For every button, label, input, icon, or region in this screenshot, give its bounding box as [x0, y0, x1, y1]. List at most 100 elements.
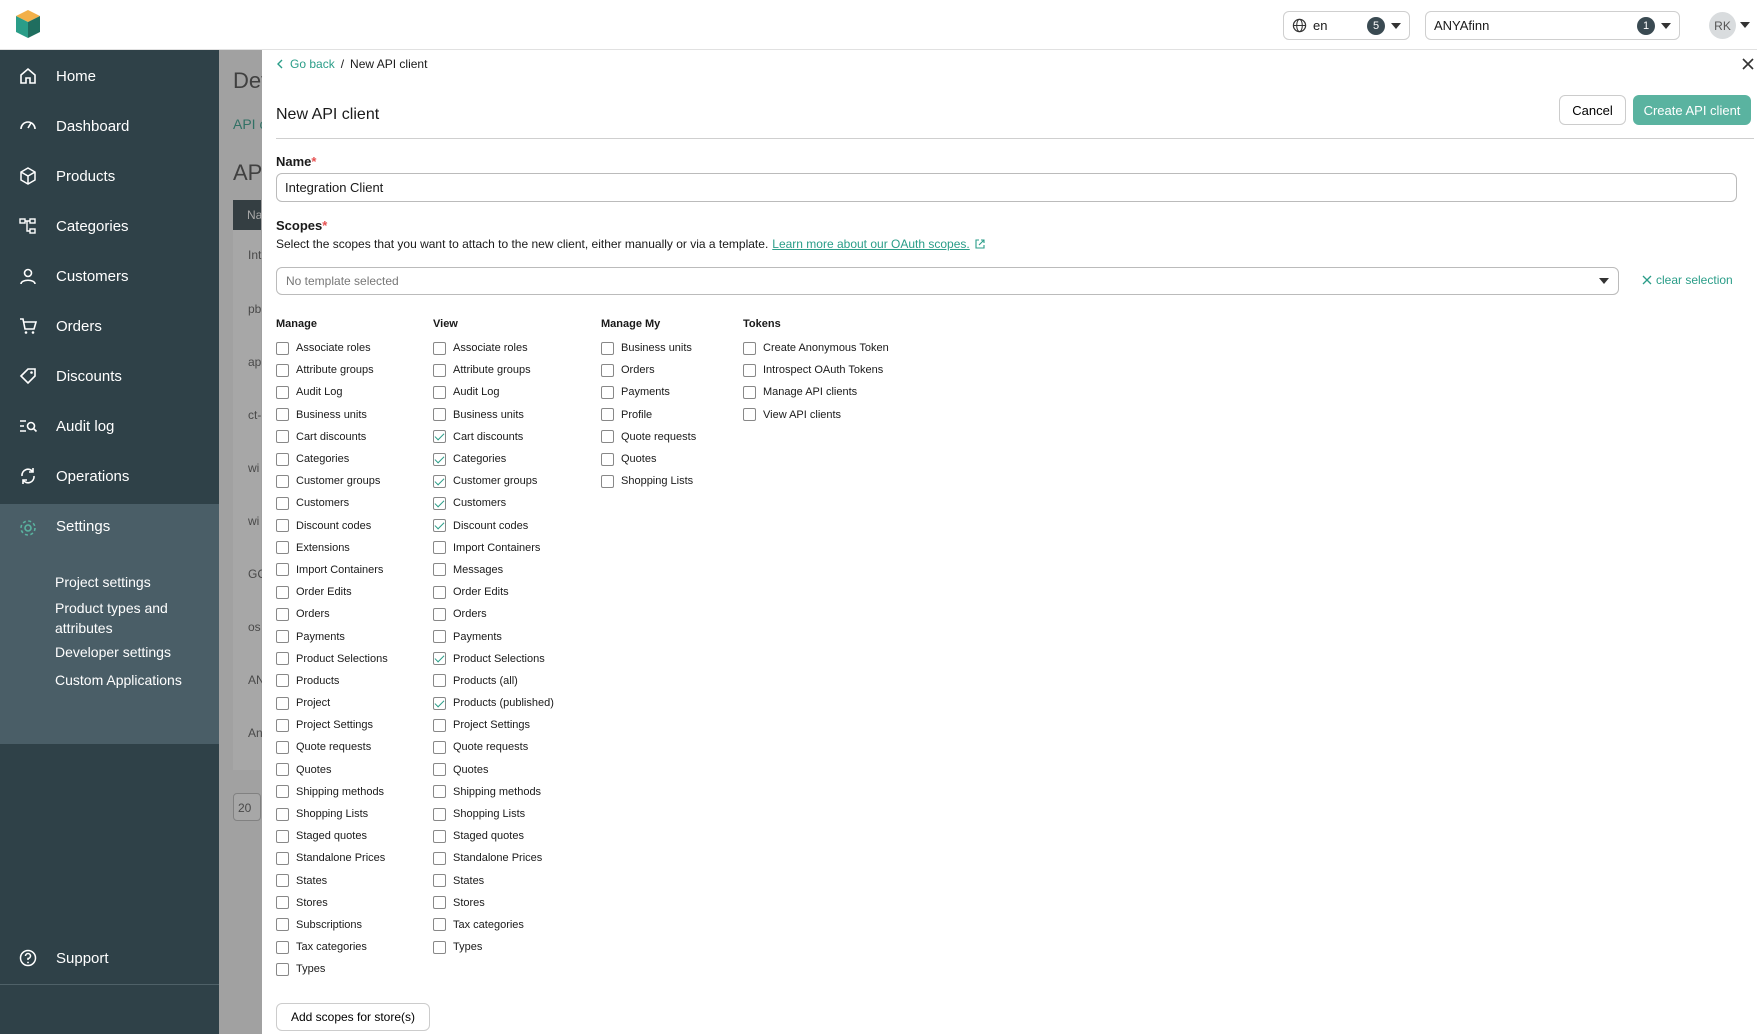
scope-checkbox-row[interactable]: Orders: [433, 603, 554, 625]
scope-checkbox-row[interactable]: Project Settings: [433, 714, 554, 736]
checkbox[interactable]: [743, 341, 756, 355]
checkbox[interactable]: [433, 408, 446, 422]
scope-checkbox-row[interactable]: Attribute groups: [276, 359, 388, 381]
checkbox[interactable]: [743, 363, 756, 377]
checkbox[interactable]: [433, 563, 446, 577]
scope-checkbox-row[interactable]: Associate roles: [276, 337, 388, 359]
scope-checkbox-row[interactable]: Shopping Lists: [601, 470, 696, 492]
sidebar-subitem-developer-settings[interactable]: Developer settings: [55, 642, 171, 662]
template-select[interactable]: No template selected: [276, 267, 1619, 295]
checkbox[interactable]: [276, 740, 289, 754]
checkbox-checked[interactable]: [433, 496, 446, 510]
scope-checkbox-row[interactable]: Tax categories: [276, 936, 388, 958]
scope-checkbox-row[interactable]: Standalone Prices: [276, 847, 388, 869]
checkbox[interactable]: [433, 785, 446, 799]
checkbox[interactable]: [743, 408, 756, 422]
checkbox[interactable]: [276, 363, 289, 377]
scope-checkbox-row[interactable]: Business units: [433, 404, 554, 426]
checkbox[interactable]: [276, 341, 289, 355]
scope-checkbox-row[interactable]: Business units: [276, 404, 388, 426]
scope-checkbox-row[interactable]: Customers: [276, 492, 388, 514]
checkbox[interactable]: [433, 896, 446, 910]
checkbox[interactable]: [743, 385, 756, 399]
checkbox[interactable]: [601, 385, 614, 399]
project-select[interactable]: ANYAfinn 1: [1425, 11, 1680, 40]
scope-checkbox-row[interactable]: Discount codes: [276, 515, 388, 537]
scope-checkbox-row[interactable]: Import Containers: [433, 537, 554, 559]
scope-checkbox-row[interactable]: Associate roles: [433, 337, 554, 359]
sidebar-item-audit-log[interactable]: Audit log: [0, 403, 219, 449]
cancel-button[interactable]: Cancel: [1559, 95, 1626, 125]
scope-checkbox-row[interactable]: Quotes: [276, 759, 388, 781]
checkbox[interactable]: [276, 563, 289, 577]
checkbox[interactable]: [433, 607, 446, 621]
scope-checkbox-row[interactable]: Customer groups: [276, 470, 388, 492]
scope-checkbox-row[interactable]: Discount codes: [433, 515, 554, 537]
sidebar-item-settings[interactable]: Settings: [0, 504, 219, 578]
close-icon[interactable]: [1740, 56, 1756, 72]
scope-checkbox-row[interactable]: Audit Log: [433, 381, 554, 403]
checkbox[interactable]: [433, 763, 446, 777]
checkbox[interactable]: [276, 408, 289, 422]
scope-checkbox-row[interactable]: Quote requests: [433, 736, 554, 758]
checkbox[interactable]: [433, 718, 446, 732]
scope-checkbox-row[interactable]: Shopping Lists: [276, 803, 388, 825]
scope-checkbox-row[interactable]: Project Settings: [276, 714, 388, 736]
checkbox-checked[interactable]: [433, 652, 446, 666]
scope-checkbox-row[interactable]: Tax categories: [433, 914, 554, 936]
oauth-scopes-link[interactable]: Learn more about our OAuth scopes.: [772, 237, 969, 251]
checkbox[interactable]: [601, 341, 614, 355]
scope-checkbox-row[interactable]: Product Selections: [433, 648, 554, 670]
checkbox[interactable]: [433, 541, 446, 555]
scope-checkbox-row[interactable]: Messages: [433, 559, 554, 581]
scope-checkbox-row[interactable]: Shopping Lists: [433, 803, 554, 825]
checkbox[interactable]: [433, 740, 446, 754]
checkbox[interactable]: [276, 541, 289, 555]
scope-checkbox-row[interactable]: Staged quotes: [433, 825, 554, 847]
scope-checkbox-row[interactable]: Audit Log: [276, 381, 388, 403]
scope-checkbox-row[interactable]: Customer groups: [433, 470, 554, 492]
scope-checkbox-row[interactable]: Product Selections: [276, 648, 388, 670]
scope-checkbox-row[interactable]: Products (all): [433, 670, 554, 692]
app-logo[interactable]: [16, 10, 40, 38]
scope-checkbox-row[interactable]: Stores: [276, 892, 388, 914]
scope-checkbox-row[interactable]: Quote requests: [601, 426, 696, 448]
checkbox[interactable]: [276, 785, 289, 799]
scope-checkbox-row[interactable]: Products (published): [433, 692, 554, 714]
checkbox-checked[interactable]: [433, 474, 446, 488]
scope-checkbox-row[interactable]: Cart discounts: [276, 426, 388, 448]
scope-checkbox-row[interactable]: Extensions: [276, 537, 388, 559]
user-menu-chevron-icon[interactable]: [1740, 22, 1750, 28]
scope-checkbox-row[interactable]: Categories: [276, 448, 388, 470]
scope-checkbox-row[interactable]: Attribute groups: [433, 359, 554, 381]
checkbox[interactable]: [276, 607, 289, 621]
checkbox[interactable]: [276, 874, 289, 888]
checkbox[interactable]: [433, 851, 446, 865]
scope-checkbox-row[interactable]: Quotes: [601, 448, 696, 470]
language-select[interactable]: en 5: [1283, 11, 1410, 40]
checkbox[interactable]: [433, 829, 446, 843]
clear-selection-button[interactable]: clear selection: [1642, 273, 1733, 287]
scope-checkbox-row[interactable]: View API clients: [743, 404, 889, 426]
scope-checkbox-row[interactable]: Customers: [433, 492, 554, 514]
sidebar-subitem-custom-applications[interactable]: Custom Applications: [55, 670, 182, 690]
checkbox[interactable]: [433, 363, 446, 377]
checkbox[interactable]: [601, 452, 614, 466]
sidebar-item-support[interactable]: Support: [0, 935, 219, 981]
scope-checkbox-row[interactable]: Products: [276, 670, 388, 692]
scope-checkbox-row[interactable]: Staged quotes: [276, 825, 388, 847]
scope-checkbox-row[interactable]: Types: [433, 936, 554, 958]
scope-checkbox-row[interactable]: Import Containers: [276, 559, 388, 581]
scope-checkbox-row[interactable]: Profile: [601, 404, 696, 426]
go-back-link[interactable]: Go back: [290, 57, 335, 71]
sidebar-item-categories[interactable]: Categories: [0, 203, 219, 249]
checkbox[interactable]: [276, 718, 289, 732]
scope-checkbox-row[interactable]: Categories: [433, 448, 554, 470]
sidebar-item-orders[interactable]: Orders: [0, 303, 219, 349]
sidebar-subitem-product-types[interactable]: Product types and attributes: [55, 598, 205, 638]
checkbox[interactable]: [276, 585, 289, 599]
scope-checkbox-row[interactable]: Cart discounts: [433, 426, 554, 448]
scope-checkbox-row[interactable]: Payments: [433, 625, 554, 647]
checkbox[interactable]: [601, 363, 614, 377]
scope-checkbox-row[interactable]: Introspect OAuth Tokens: [743, 359, 889, 381]
